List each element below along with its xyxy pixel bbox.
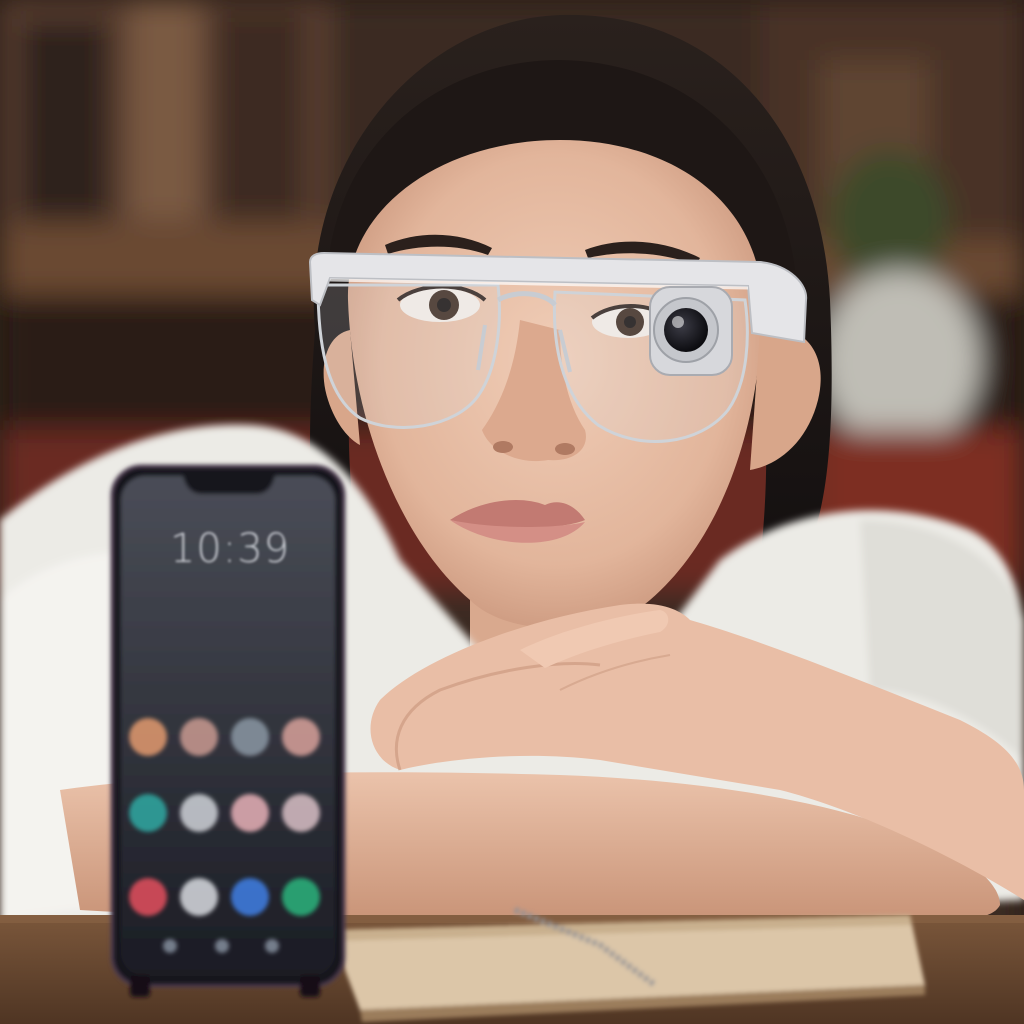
page-indicator-dot	[215, 939, 229, 953]
dock-icon-white	[180, 878, 218, 916]
dock-icon-green	[282, 878, 320, 916]
dock-icon-red	[129, 878, 167, 916]
app-icon-pink	[231, 794, 269, 832]
scene-illustration	[0, 0, 1024, 1024]
app-icon-grey	[231, 718, 269, 756]
app-icon-rose	[282, 794, 320, 832]
phone-clock: 10:39	[169, 526, 291, 572]
page-indicator-dot	[163, 939, 177, 953]
dock-icon-blue	[231, 878, 269, 916]
app-icon-white	[180, 794, 218, 832]
app-icon-orange	[129, 718, 167, 756]
photo-scene: 10:39	[0, 0, 1024, 1024]
app-icon-teal	[129, 794, 167, 832]
page-indicator-dot	[265, 939, 279, 953]
app-icon-peach	[282, 718, 320, 756]
app-icon-multicolor	[180, 718, 218, 756]
